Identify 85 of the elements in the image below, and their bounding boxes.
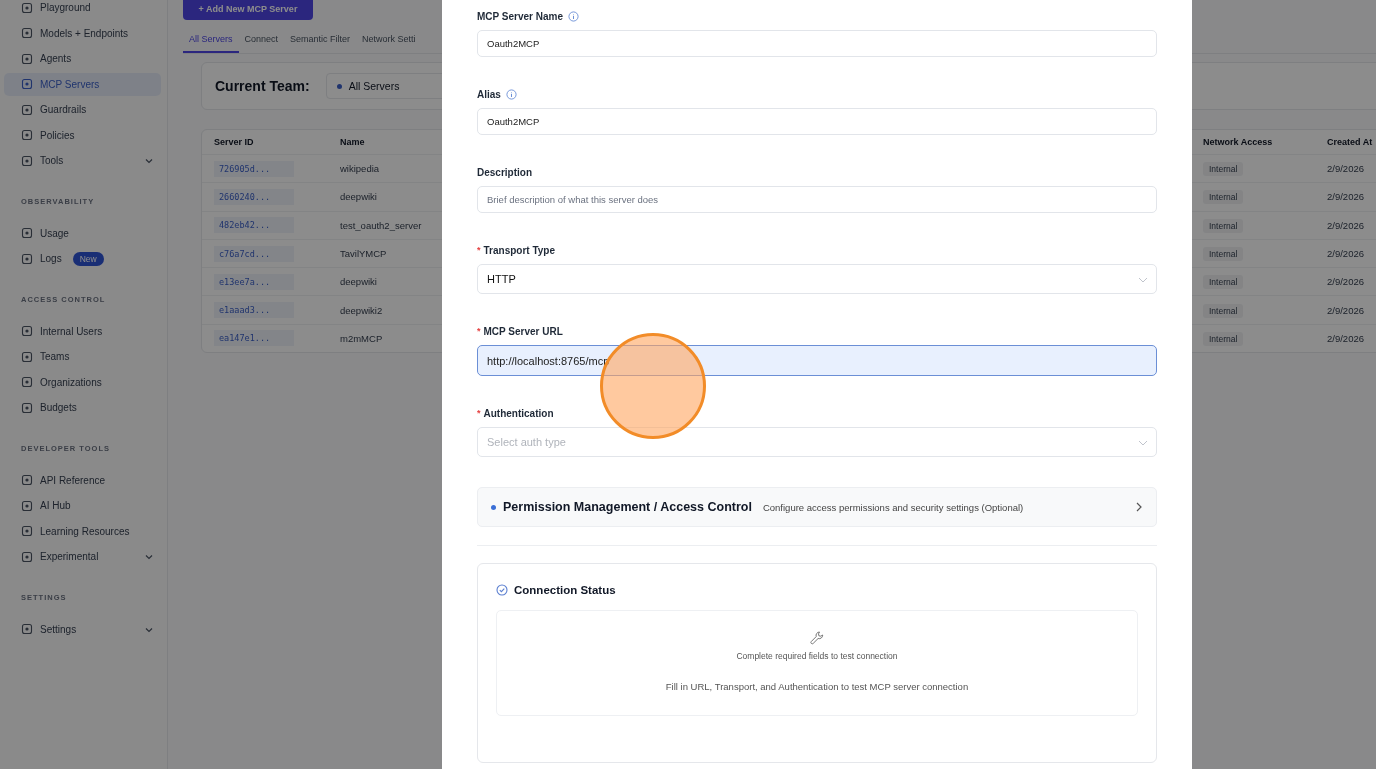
table-cell: deepwiki2: [340, 304, 383, 316]
field-label: MCP Server Name: [477, 10, 563, 22]
chevron-down-icon: [1138, 440, 1148, 446]
table-cell: deepwiki: [340, 276, 377, 288]
connection-hint: Complete required fields to test connection: [736, 651, 898, 661]
sidebar-item[interactable]: Policies: [4, 123, 161, 147]
input-field[interactable]: Oauth2MCP: [477, 30, 1157, 57]
add-server-button[interactable]: + Add New MCP Server: [183, 0, 313, 20]
table-cell: 2/9/2026: [1327, 219, 1364, 231]
info-icon: [568, 10, 579, 22]
column-header: Name: [339, 137, 366, 147]
table-cell: 2/9/2026: [1327, 332, 1364, 344]
table-cell: 2/9/2026: [1327, 163, 1364, 175]
table-cell: m2mMCP: [340, 332, 383, 344]
server-id-chip[interactable]: ea147e1...: [214, 330, 294, 347]
table-cell: 2/9/2026: [1327, 191, 1364, 203]
new-badge: New: [72, 251, 104, 266]
required-mark: *: [477, 245, 481, 255]
field-label: Authentication: [483, 407, 554, 419]
network-tag: Internal: [1203, 275, 1244, 290]
sidebar-item[interactable]: Logs New: [4, 247, 161, 270]
sidebar-item[interactable]: Experimental: [4, 545, 161, 568]
sidebar-item[interactable]: Agents: [4, 47, 161, 70]
check-circle-icon: [496, 584, 508, 596]
column-header: Server ID: [213, 137, 255, 147]
chevron-right-icon: [1136, 502, 1142, 512]
table-cell: 2/9/2026: [1327, 276, 1364, 288]
sidebar-item[interactable]: Internal Users: [4, 319, 161, 343]
table-cell: 2/9/2026: [1327, 304, 1364, 316]
chevron-down-icon: [145, 626, 153, 633]
server-id-chip[interactable]: 726905d...: [214, 160, 294, 177]
table-cell: deepwiki: [340, 191, 377, 203]
field-label: MCP Server URL: [483, 325, 563, 337]
network-tag: Internal: [1203, 247, 1244, 262]
tab[interactable]: Network Setti: [356, 29, 422, 53]
chevron-down-icon: [1138, 277, 1148, 283]
tab[interactable]: Connect: [238, 29, 285, 53]
table-cell: 2/9/2026: [1327, 248, 1364, 260]
permission-panel[interactable]: Permission Management / Access Control Configure access permissions and security settings (Optional): [477, 487, 1157, 527]
sidebar-item[interactable]: Organizations: [4, 370, 161, 394]
sidebar-item[interactable]: Settings: [4, 617, 161, 641]
network-tag: Internal: [1203, 218, 1244, 233]
table-cell: test_oauth2_server: [340, 219, 422, 231]
sidebar-item[interactable]: API Reference: [4, 468, 161, 492]
tab[interactable]: Semantic Filter: [284, 29, 357, 53]
chevron-down-icon: [145, 554, 153, 560]
table-cell: TavilYMCP: [340, 248, 387, 260]
sidebar-item[interactable]: MCP Servers: [4, 72, 161, 96]
select-field[interactable]: HTTP: [477, 264, 1157, 294]
server-id-chip[interactable]: c76a7cd...: [214, 245, 294, 262]
connection-message: Fill in URL, Transport, and Authentication to test MCP server connection: [665, 681, 969, 692]
sidebar-item[interactable]: AI Hub: [4, 494, 161, 517]
required-mark: *: [477, 326, 481, 336]
required-mark: *: [477, 408, 481, 418]
sidebar-item[interactable]: Playground: [4, 0, 161, 19]
network-tag: Internal: [1203, 190, 1244, 205]
sidebar-item[interactable]: Learning Resources: [4, 519, 161, 543]
chevron-down-icon: [145, 158, 153, 164]
server-id-chip[interactable]: e1aaad3...: [214, 302, 294, 319]
team-label: Current Team:: [215, 78, 310, 94]
column-header: Created At: [1326, 137, 1374, 147]
server-id-chip[interactable]: 2660240...: [214, 188, 294, 205]
network-tag: Internal: [1203, 303, 1244, 318]
column-header: Network Access: [1202, 137, 1274, 147]
field-label: Alias: [477, 88, 501, 100]
field-label: Transport Type: [483, 244, 555, 256]
sidebar-item[interactable]: Budgets: [4, 396, 161, 419]
sidebar-item[interactable]: Teams: [4, 345, 161, 368]
sidebar-item[interactable]: Models + Endpoints: [4, 21, 161, 45]
network-tag: Internal: [1203, 162, 1244, 177]
input-field[interactable]: Oauth2MCP: [477, 108, 1157, 135]
permission-title: Permission Management / Access Control: [503, 500, 752, 514]
connection-title: Connection Status: [514, 584, 616, 596]
permission-description: Configure access permissions and security settings (Optional): [762, 501, 1024, 513]
field-label: Description: [477, 166, 532, 178]
sidebar-item[interactable]: Guardrails: [4, 98, 161, 121]
server-id-chip[interactable]: 482eb42...: [214, 217, 294, 234]
sidebar-item[interactable]: Tools: [4, 149, 161, 172]
network-tag: Internal: [1203, 331, 1244, 346]
table-cell: wikipedia: [340, 163, 380, 175]
input-field[interactable]: Brief description of what this server does: [477, 186, 1157, 213]
server-id-chip[interactable]: e13ee7a...: [214, 273, 294, 290]
tab[interactable]: All Servers: [183, 29, 239, 53]
sidebar-item[interactable]: Usage: [4, 221, 161, 245]
info-icon: [505, 88, 517, 100]
